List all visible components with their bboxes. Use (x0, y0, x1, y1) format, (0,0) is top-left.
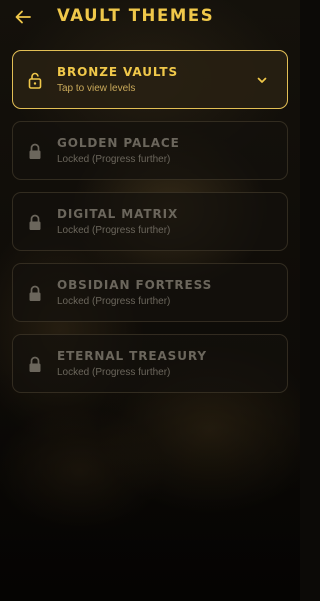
theme-status: Locked (Progress further) (57, 367, 171, 378)
lock-icon (29, 143, 41, 159)
theme-card-obsidian-fortress[interactable]: OBSIDIAN FORTRESS Locked (Progress furth… (12, 263, 288, 322)
theme-name: DIGITAL MATRIX (57, 207, 179, 221)
theme-name: ETERNAL TREASURY (57, 349, 207, 363)
app-header: VAULT THEMES (0, 0, 300, 36)
theme-card-eternal-treasury[interactable]: ETERNAL TREASURY Locked (Progress furthe… (12, 334, 288, 393)
theme-status: Locked (Progress further) (57, 154, 171, 165)
theme-status: Locked (Progress further) (57, 296, 171, 307)
chevron-down-icon[interactable] (256, 74, 268, 86)
theme-name: GOLDEN PALACE (57, 136, 180, 150)
back-button[interactable] (12, 6, 34, 28)
theme-name: BRONZE VAULTS (57, 65, 179, 79)
theme-list: BRONZE VAULTS Tap to view levels GOLDEN … (12, 50, 288, 405)
lock-icon (29, 214, 41, 230)
page-title: VAULT THEMES (57, 6, 215, 25)
arrow-left-icon (15, 10, 31, 24)
theme-card-golden-palace[interactable]: GOLDEN PALACE Locked (Progress further) (12, 121, 288, 180)
theme-status: Locked (Progress further) (57, 225, 171, 236)
theme-card-digital-matrix[interactable]: DIGITAL MATRIX Locked (Progress further) (12, 192, 288, 251)
lock-icon (29, 356, 41, 372)
theme-card-bronze-vaults[interactable]: BRONZE VAULTS Tap to view levels (12, 50, 288, 109)
theme-status: Tap to view levels (57, 83, 136, 94)
unlock-icon (28, 72, 42, 89)
lock-icon (29, 285, 41, 301)
theme-name: OBSIDIAN FORTRESS (57, 278, 213, 292)
